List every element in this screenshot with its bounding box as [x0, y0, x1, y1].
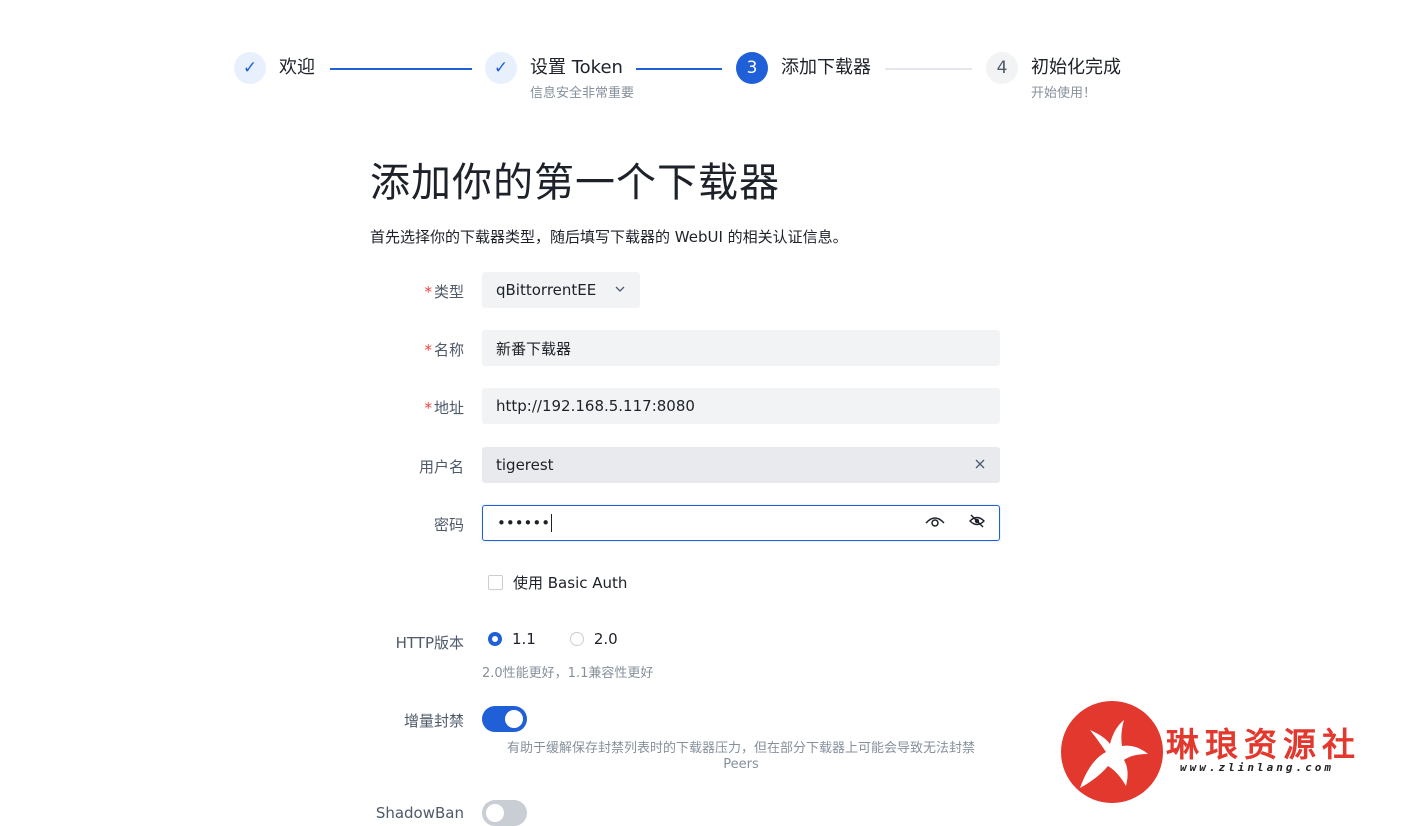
password-input-value: ••••••: [497, 513, 553, 533]
shadowban-label: ShadowBan: [375, 804, 464, 822]
step-finish[interactable]: 4 初始化完成 开始使用！: [986, 52, 1121, 101]
basic-auth-checkbox[interactable]: 使用 Basic Auth: [482, 572, 627, 593]
check-icon: ✓: [234, 52, 266, 84]
required-mark: *: [424, 341, 432, 359]
eye-icon[interactable]: [925, 514, 945, 532]
page-description: 首先选择你的下载器类型，随后填写下载器的 WebUI 的相关认证信息。: [370, 228, 848, 246]
type-select[interactable]: qBittorrentEE: [482, 272, 640, 308]
step-description: 开始使用！: [1031, 86, 1097, 101]
watermark: 琳琅资源社 www.zlinlang.com: [1060, 700, 1390, 804]
step-title: 设置 Token: [530, 57, 623, 78]
username-label: 用户名: [418, 458, 464, 476]
step-description: 信息安全非常重要: [530, 86, 635, 101]
chevron-down-icon: [614, 281, 626, 299]
name-input-value: 新番下载器: [496, 339, 572, 358]
page-title: 添加你的第一个下载器: [370, 160, 780, 206]
address-input-value: http://192.168.5.117:8080: [496, 397, 695, 415]
incremental-ban-label: 增量封禁: [403, 712, 464, 730]
step-number: 3: [736, 52, 768, 84]
step-connector: [330, 68, 472, 70]
http-version-help: 2.0性能更好，1.1兼容性更好: [482, 666, 654, 681]
username-input-value: tigerest: [496, 456, 554, 474]
step-welcome[interactable]: ✓ 欢迎: [234, 52, 315, 84]
address-label: * 地址: [424, 399, 464, 417]
step-title: 添加下载器: [781, 57, 871, 78]
password-label: 密码: [433, 516, 464, 534]
dragon-logo-icon: [1061, 701, 1163, 803]
radio-dot[interactable]: [569, 632, 584, 646]
watermark-text: 琳琅资源社: [1166, 725, 1361, 764]
steps-bar: ✓ 欢迎 ✓ 设置 Token 信息安全非常重要 3 添加下载器 4 初始化完成…: [234, 52, 1134, 112]
shadowban-switch[interactable]: [482, 800, 527, 826]
type-label: * 类型: [424, 283, 464, 301]
name-input[interactable]: 新番下载器: [482, 330, 1000, 366]
incremental-ban-help: 有助于缓解保存封禁列表时的下载器压力，但在部分下载器上可能会导致无法封禁 Pee…: [506, 741, 975, 772]
password-input[interactable]: ••••••: [482, 505, 1000, 541]
step-connector: [636, 68, 722, 70]
step-set-token[interactable]: ✓ 设置 Token 信息安全非常重要: [485, 52, 634, 101]
check-icon: ✓: [485, 52, 517, 84]
clear-icon[interactable]: [974, 456, 986, 474]
incremental-ban-switch[interactable]: [482, 706, 527, 732]
radio-http-2-0[interactable]: 2.0: [564, 630, 618, 648]
radio-http-1-1[interactable]: 1.1: [482, 630, 536, 648]
step-title: 欢迎: [279, 57, 315, 78]
required-mark: *: [424, 399, 432, 417]
basic-auth-label: 使用 Basic Auth: [513, 574, 628, 592]
eye-off-icon[interactable]: [969, 514, 985, 532]
step-number: 4: [986, 52, 1018, 84]
name-label: * 名称: [424, 341, 464, 359]
radio-dot[interactable]: [488, 632, 502, 646]
type-select-value: qBittorrentEE: [496, 281, 597, 299]
http-version-label: HTTP版本: [395, 634, 464, 652]
required-mark: *: [424, 283, 432, 301]
address-input[interactable]: http://192.168.5.117:8080: [482, 388, 1000, 424]
http-version-radio-group: 1.1 2.0: [482, 630, 646, 648]
step-title: 初始化完成: [1031, 57, 1121, 78]
step-add-downloader[interactable]: 3 添加下载器: [736, 52, 871, 84]
step-connector: [885, 68, 972, 70]
username-input[interactable]: tigerest: [482, 447, 1000, 483]
watermark-url: www.zlinlang.com: [1180, 761, 1334, 774]
checkbox-box[interactable]: [488, 575, 503, 590]
